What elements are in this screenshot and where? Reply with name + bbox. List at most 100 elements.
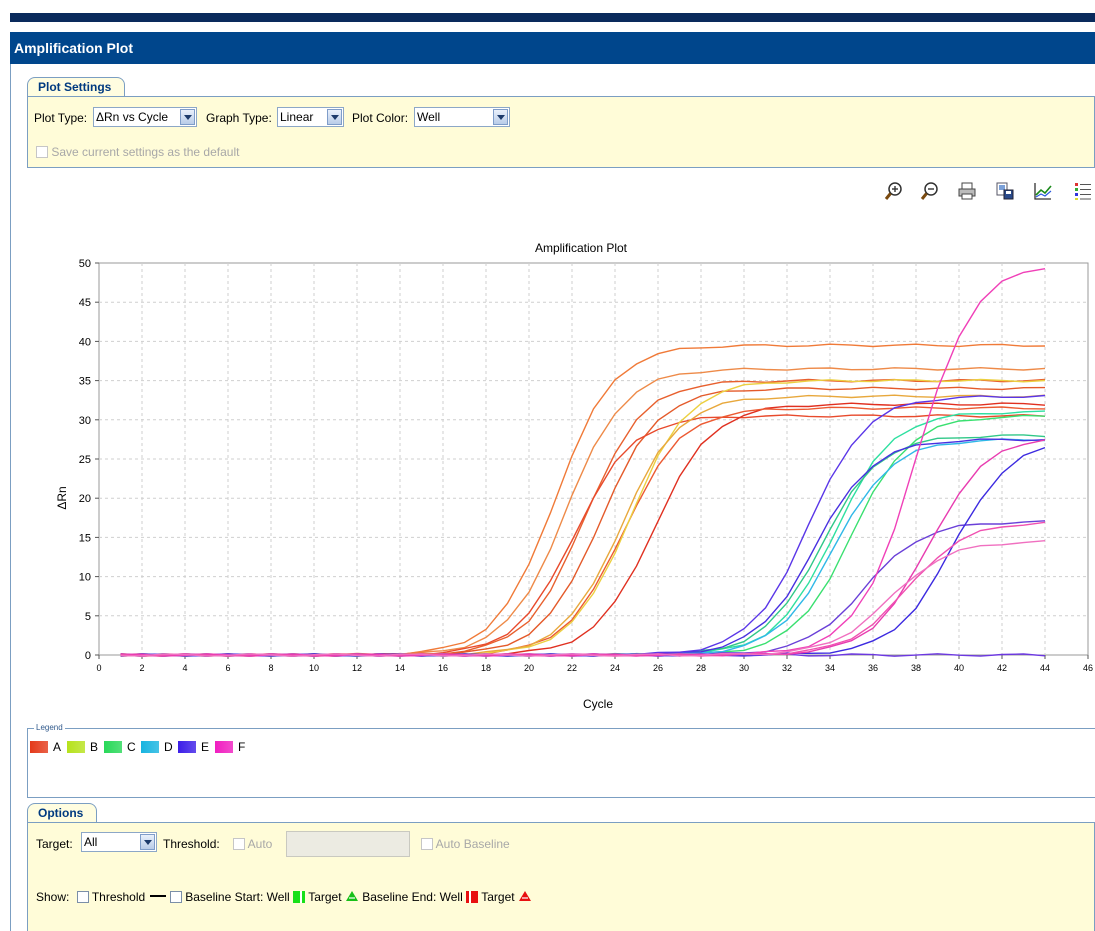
graph-type-label: Graph Type: xyxy=(206,111,272,125)
zoom-out-icon[interactable] xyxy=(920,181,940,201)
x-tick-label: 20 xyxy=(524,663,534,673)
top-bar xyxy=(0,0,1095,22)
y-axis-label: ΔRn xyxy=(55,486,69,509)
x-tick-label: 16 xyxy=(438,663,448,673)
plot-color-value: Well xyxy=(417,110,441,124)
baseline-start-label: Baseline Start: Well xyxy=(185,890,290,904)
legend-swatch xyxy=(67,741,85,753)
zoom-in-icon[interactable] xyxy=(884,181,904,201)
x-tick-label: 12 xyxy=(352,663,362,673)
save-default-checkbox[interactable] xyxy=(36,146,48,158)
show-threshold-checkbox[interactable] xyxy=(76,891,89,903)
x-tick-label: 22 xyxy=(567,663,577,673)
legend-swatch xyxy=(141,741,159,753)
window-title: Amplification Plot xyxy=(10,32,1095,64)
target-label-2: Target xyxy=(481,890,515,904)
show-baseline-checkbox[interactable] xyxy=(169,891,182,903)
x-tick-label: 38 xyxy=(911,663,921,673)
legend-swatch xyxy=(30,741,48,753)
graph-icon[interactable] xyxy=(1033,181,1053,201)
chart-title: Amplification Plot xyxy=(535,241,628,255)
auto-row: Auto xyxy=(233,834,272,854)
auto-label: Auto xyxy=(247,837,273,851)
auto-baseline-label: Auto Baseline xyxy=(435,837,510,851)
chevron-down-icon xyxy=(140,834,155,850)
y-tick-label: 30 xyxy=(79,415,91,427)
x-tick-label: 8 xyxy=(268,663,273,673)
x-tick-label: 28 xyxy=(696,663,706,673)
baseline-end-target-icon xyxy=(518,891,531,901)
x-tick-label: 44 xyxy=(1040,663,1050,673)
show-label: Show: xyxy=(36,890,70,904)
y-tick-label: 20 xyxy=(79,493,91,505)
legend-item-b[interactable]: B xyxy=(67,740,98,754)
threshold-label: Threshold: xyxy=(163,837,220,851)
save-default-row: Save current settings as the default xyxy=(36,142,239,162)
x-tick-label: 30 xyxy=(739,663,749,673)
legend-swatch xyxy=(104,741,122,753)
legend-item-c[interactable]: C xyxy=(104,740,136,754)
chevron-down-icon xyxy=(180,109,195,125)
legend-label: C xyxy=(127,740,136,754)
x-tick-label: 42 xyxy=(997,663,1007,673)
y-tick-label: 5 xyxy=(85,611,91,623)
y-tick-label: 35 xyxy=(79,376,91,388)
legend-item-a[interactable]: A xyxy=(30,740,61,754)
auto-threshold-checkbox[interactable] xyxy=(233,838,245,850)
tab-options[interactable]: Options xyxy=(27,803,97,823)
plot-type-value: ΔRn vs Cycle xyxy=(96,110,169,124)
x-tick-label: 46 xyxy=(1083,663,1093,673)
y-tick-label: 40 xyxy=(79,336,91,348)
x-tick-label: 26 xyxy=(653,663,663,673)
chevron-down-icon xyxy=(493,109,508,125)
plot-type-label: Plot Type: xyxy=(34,111,88,125)
legend-label: A xyxy=(53,740,62,754)
save-default-label: Save current settings as the default xyxy=(51,145,240,159)
legend-label: E xyxy=(201,740,210,754)
legend-item-e[interactable]: E xyxy=(178,740,209,754)
y-tick-label: 45 xyxy=(79,297,91,309)
legend-item-f[interactable]: F xyxy=(215,740,245,754)
x-tick-label: 36 xyxy=(868,663,878,673)
target-value: All xyxy=(84,835,98,849)
legend-label: D xyxy=(164,740,173,754)
y-tick-label: 10 xyxy=(79,572,91,584)
baseline-end-well-icon xyxy=(466,891,479,903)
graph-type-value: Linear xyxy=(280,110,314,124)
chart-grid xyxy=(98,262,1089,656)
auto-baseline-row: Auto Baseline xyxy=(421,834,510,854)
chevron-down-icon xyxy=(327,109,342,125)
x-tick-label: 10 xyxy=(309,663,319,673)
x-tick-label: 34 xyxy=(825,663,835,673)
save-image-icon[interactable] xyxy=(995,181,1015,201)
y-tick-label: 50 xyxy=(79,258,91,270)
amplification-chart: Amplification Plot Cycle ΔRn 0 2 4 6 8 10 12 14… xyxy=(55,241,1093,711)
baseline-start-well-icon xyxy=(293,891,306,903)
legend-item-d[interactable]: D xyxy=(141,740,173,754)
plot-color-label: Plot Color: xyxy=(352,111,409,125)
legend-title: Legend xyxy=(34,723,65,732)
top-strip xyxy=(10,13,1095,22)
threshold-input[interactable] xyxy=(286,831,410,857)
legend-label: F xyxy=(238,740,246,754)
tab-plot-settings[interactable]: Plot Settings xyxy=(27,77,125,97)
legend-list-icon[interactable] xyxy=(1073,181,1093,201)
graph-type-select[interactable]: Linear xyxy=(277,107,344,127)
print-icon[interactable] xyxy=(957,181,977,201)
y-tick-label: 0 xyxy=(85,650,91,662)
x-tick-label: 32 xyxy=(782,663,792,673)
x-tick-label: 4 xyxy=(182,663,187,673)
x-tick-label: 2 xyxy=(139,663,144,673)
plot-color-select[interactable]: Well xyxy=(414,107,510,127)
y-tick-label: 25 xyxy=(79,454,91,466)
auto-baseline-checkbox[interactable] xyxy=(421,838,433,850)
x-tick-label: 24 xyxy=(610,663,620,673)
target-label: Target: xyxy=(36,837,73,851)
plot-type-select[interactable]: ΔRn vs Cycle xyxy=(93,107,197,127)
target-select[interactable]: All xyxy=(81,832,157,852)
baseline-start-target-icon xyxy=(345,891,358,901)
x-axis-label: Cycle xyxy=(583,697,613,711)
x-tick-label: 0 xyxy=(96,663,101,673)
x-tick-label: 40 xyxy=(954,663,964,673)
legend-label: B xyxy=(90,740,99,754)
